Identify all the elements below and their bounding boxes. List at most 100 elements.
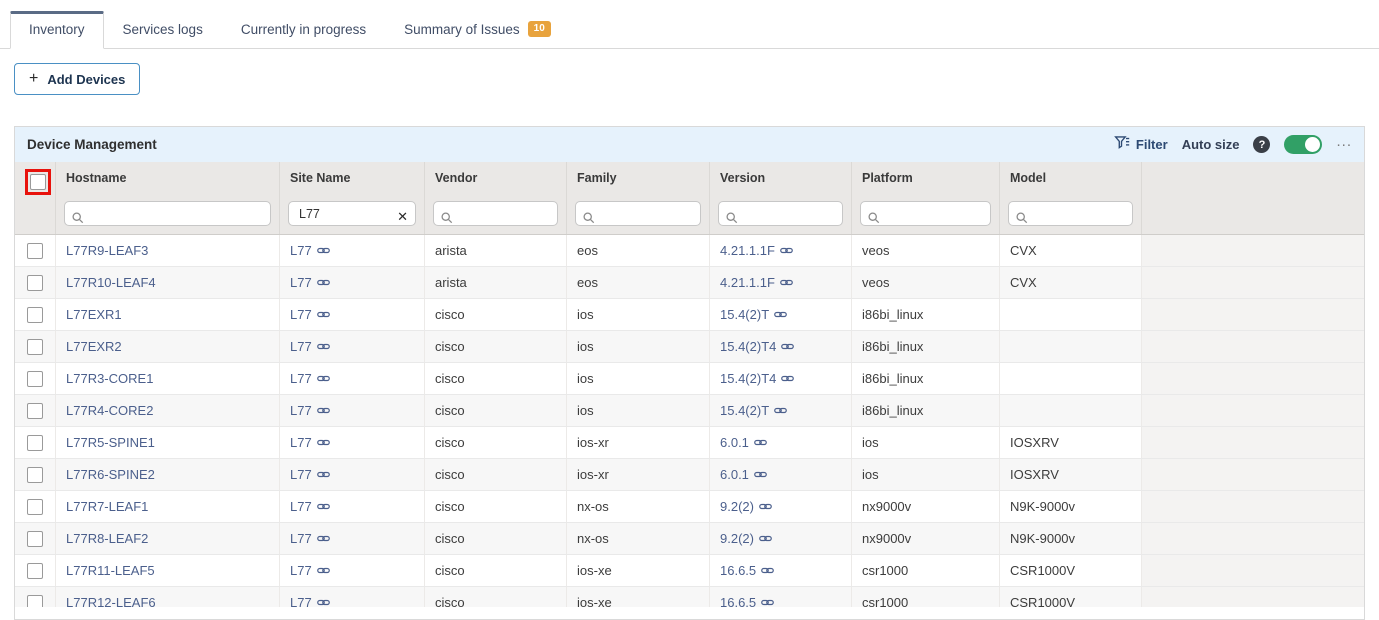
column-header-version[interactable]: Version xyxy=(710,162,852,197)
vendor-cell: cisco xyxy=(425,523,567,554)
version-cell: 16.6.5 xyxy=(710,587,852,607)
site-link[interactable]: L77 xyxy=(290,531,330,546)
column-header-family[interactable]: Family xyxy=(567,162,710,197)
vendor-cell: cisco xyxy=(425,587,567,607)
chain-link-icon xyxy=(754,437,767,448)
row-checkbox-cell xyxy=(15,523,56,554)
hostname-cell: L77R9-LEAF3 xyxy=(56,235,280,266)
hostname-link[interactable]: L77R9-LEAF3 xyxy=(66,243,148,258)
column-header-model[interactable]: Model xyxy=(1000,162,1142,197)
row-checkbox-cell xyxy=(15,331,56,362)
version-link[interactable]: 15.4(2)T xyxy=(720,307,787,322)
hostname-link[interactable]: L77R6-SPINE2 xyxy=(66,467,155,482)
row-checkbox[interactable] xyxy=(27,307,43,323)
site-name-cell: L77 xyxy=(280,491,425,522)
model-cell: CSR1000V xyxy=(1000,555,1142,586)
row-filler xyxy=(1142,555,1364,586)
site-link[interactable]: L77 xyxy=(290,467,330,482)
tab-services-logs[interactable]: Services logs xyxy=(104,11,222,49)
site-link[interactable]: L77 xyxy=(290,339,330,354)
column-header-site-name[interactable]: Site Name xyxy=(280,162,425,197)
version-link[interactable]: 15.4(2)T4 xyxy=(720,371,794,386)
site-link[interactable]: L77 xyxy=(290,435,330,450)
row-checkbox[interactable] xyxy=(27,243,43,259)
tab-label: Summary of Issues xyxy=(404,22,520,37)
row-checkbox[interactable] xyxy=(27,499,43,515)
hostname-link[interactable]: L77R10-LEAF4 xyxy=(66,275,156,290)
row-checkbox-cell xyxy=(15,267,56,298)
column-header-hostname[interactable]: Hostname xyxy=(56,162,280,197)
search-icon xyxy=(583,211,595,229)
row-checkbox[interactable] xyxy=(27,563,43,579)
row-checkbox[interactable] xyxy=(27,275,43,291)
family-cell: ios xyxy=(567,363,710,394)
hostname-link[interactable]: L77R7-LEAF1 xyxy=(66,499,148,514)
row-checkbox[interactable] xyxy=(27,595,43,608)
site-link[interactable]: L77 xyxy=(290,595,330,607)
hostname-link[interactable]: L77R12-LEAF6 xyxy=(66,595,156,607)
table-row: L77EXR1 L77 cisco ios 15.4(2)T xyxy=(15,299,1364,331)
column-header-platform[interactable]: Platform xyxy=(852,162,1000,197)
tab-inventory[interactable]: Inventory xyxy=(10,11,104,49)
tab-currently-in-progress[interactable]: Currently in progress xyxy=(222,11,385,49)
row-checkbox[interactable] xyxy=(27,339,43,355)
hostname-link[interactable]: L77R5-SPINE1 xyxy=(66,435,155,450)
chain-link-icon xyxy=(317,597,330,607)
hostname-filter-input[interactable] xyxy=(64,201,271,226)
site-link[interactable]: L77 xyxy=(290,403,330,418)
hostname-link[interactable]: L77EXR2 xyxy=(66,339,122,354)
help-icon[interactable]: ? xyxy=(1253,136,1270,153)
version-link[interactable]: 4.21.1.1F xyxy=(720,243,793,258)
search-icon xyxy=(72,211,84,229)
row-filler xyxy=(1142,235,1364,266)
chain-link-icon xyxy=(317,341,330,352)
vendor-filter-cell xyxy=(425,197,567,234)
hostname-link[interactable]: L77R11-LEAF5 xyxy=(66,563,155,578)
plus-icon: + xyxy=(29,71,38,87)
chain-link-icon xyxy=(781,341,794,352)
model-cell: IOSXRV xyxy=(1000,427,1142,458)
row-checkbox-cell xyxy=(15,587,56,607)
row-checkbox[interactable] xyxy=(27,371,43,387)
version-link[interactable]: 9.2(2) xyxy=(720,531,772,546)
select-all-checkbox[interactable] xyxy=(30,174,46,190)
site-link[interactable]: L77 xyxy=(290,499,330,514)
chain-link-icon xyxy=(317,245,330,256)
version-link[interactable]: 15.4(2)T xyxy=(720,403,787,418)
row-checkbox[interactable] xyxy=(27,435,43,451)
site-link[interactable]: L77 xyxy=(290,563,330,578)
row-checkbox[interactable] xyxy=(27,467,43,483)
clear-filter-icon[interactable]: ✕ xyxy=(397,209,408,225)
version-link[interactable]: 15.4(2)T4 xyxy=(720,339,794,354)
add-devices-button[interactable]: + Add Devices xyxy=(14,63,140,95)
vendor-cell: arista xyxy=(425,235,567,266)
autosize-toggle[interactable] xyxy=(1284,135,1322,154)
hostname-link[interactable]: L77R3-CORE1 xyxy=(66,371,153,386)
site-link[interactable]: L77 xyxy=(290,307,330,322)
site-link[interactable]: L77 xyxy=(290,275,330,290)
vendor-cell: arista xyxy=(425,267,567,298)
row-checkbox-cell xyxy=(15,235,56,266)
filter-button[interactable]: Filter xyxy=(1114,135,1168,155)
model-cell: CVX xyxy=(1000,235,1142,266)
hostname-link[interactable]: L77R4-CORE2 xyxy=(66,403,153,418)
version-link[interactable]: 9.2(2) xyxy=(720,499,772,514)
version-link[interactable]: 6.0.1 xyxy=(720,467,767,482)
version-link[interactable]: 6.0.1 xyxy=(720,435,767,450)
platform-cell: veos xyxy=(852,267,1000,298)
tab-label: Services logs xyxy=(123,22,203,37)
hostname-link[interactable]: L77R8-LEAF2 xyxy=(66,531,148,546)
site-link[interactable]: L77 xyxy=(290,371,330,386)
row-checkbox[interactable] xyxy=(27,403,43,419)
row-checkbox[interactable] xyxy=(27,531,43,547)
more-options-button[interactable]: ... xyxy=(1336,133,1352,156)
version-link[interactable]: 16.6.5 xyxy=(720,595,774,607)
version-link[interactable]: 16.6.5 xyxy=(720,563,774,578)
column-header-vendor[interactable]: Vendor xyxy=(425,162,567,197)
chain-link-icon xyxy=(761,565,774,576)
version-link[interactable]: 4.21.1.1F xyxy=(720,275,793,290)
site-link[interactable]: L77 xyxy=(290,243,330,258)
tab-summary-of-issues[interactable]: Summary of Issues 10 xyxy=(385,10,570,49)
site-name-filter-cell: ✕ xyxy=(280,197,425,234)
hostname-link[interactable]: L77EXR1 xyxy=(66,307,122,322)
